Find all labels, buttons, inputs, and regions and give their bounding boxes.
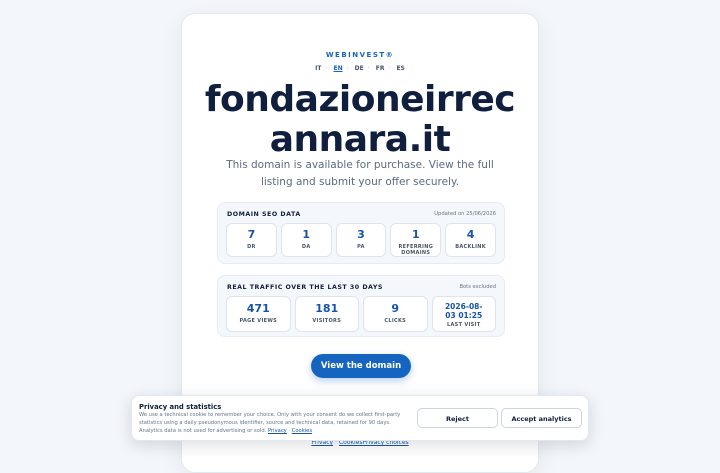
stat-da: 1 DA [280,223,332,257]
stat-label: REFERRING DOMAINS [398,244,434,256]
stat-label: VISITORS [312,318,342,324]
stat-value: 471 [246,302,270,315]
stat-label: BACKLINK [455,244,486,250]
domain-description: This domain is available for purchase. V… [226,159,494,188]
stat-label: CLICKS [384,318,407,324]
lang-de[interactable]: DE [355,65,364,72]
stat-referring-domains: 1 REFERRING DOMAINS [390,223,442,257]
stat-pa: 3 PA [335,223,387,257]
stat-value: 3 [357,228,365,241]
stat-value: 4 [466,228,475,241]
domain-title-line1: fondazioneirrec [204,79,516,120]
seo-stats: 7 DR 1 DA 3 PA 1 REFERRING DOMAINS 4 BACKLINK [226,223,496,257]
stat-value: 1 [411,228,420,241]
traffic-panel: REAL TRAFFIC OVER THE LAST 30 DAYS Bots … [217,275,505,337]
stat-value: 2026-08-03 01:25 [444,302,483,320]
domain-title-line2: annara.it [269,119,451,160]
lang-separator: · [388,65,391,72]
lang-es[interactable]: ES [396,65,404,72]
seo-panel: DOMAIN SEO DATA Updated on 25/06/2026 7 D… [217,202,505,264]
stat-last-visit: 2026-08-03 01:25 LAST VISIT [431,296,496,332]
lang-separator: · [325,65,328,72]
cookie-text: We use a technical cookie to remember yo… [139,412,401,434]
domain-title: fondazioneirrec annara.it [192,80,528,160]
lang-it[interactable]: IT [315,65,321,72]
stat-value: 9 [391,302,400,315]
stat-page-views: 471 PAGE VIEWS [226,296,291,332]
lang-separator: · [367,65,370,72]
traffic-stats: 471 PAGE VIEWS 181 VISITORS 9 CLICKS 2026-0… [226,296,496,332]
view-domain-button[interactable]: View the domain [311,354,411,378]
stat-backlink: 4 BACKLINK [445,223,496,257]
stat-label: PA [357,244,365,250]
seo-updated-date: Updated on 25/06/2026 [434,211,496,217]
stat-value: 7 [247,228,256,241]
stat-clicks: 9 CLICKS [363,296,428,332]
stat-dr: 7 DR [226,223,277,257]
lang-en[interactable]: EN [333,65,342,72]
cookie-banner: Privacy and statistics We use a technica… [131,395,589,441]
cookie-cookies-link[interactable]: Cookies [292,428,312,434]
stat-visitors: 181 VISITORS [294,296,359,332]
reject-button[interactable]: Reject [417,408,498,428]
seo-panel-title: DOMAIN SEO DATA [227,211,301,218]
language-switcher: IT · EN · DE · FR · ES [182,65,538,72]
stat-label: LAST VISIT [447,322,481,328]
stat-value: 1 [302,228,311,241]
stat-label: DA [301,244,311,250]
traffic-panel-title: REAL TRAFFIC OVER THE LAST 30 DAYS [227,284,383,291]
stat-label: DR [247,244,256,250]
cookie-title: Privacy and statistics [139,403,222,411]
lang-fr[interactable]: FR [376,65,385,72]
lang-separator: · [346,65,349,72]
accept-analytics-button[interactable]: Accept analytics [501,408,582,428]
cookie-privacy-link[interactable]: Privacy [268,428,287,434]
traffic-bots-note: Bots excluded [459,284,496,290]
stat-value: 181 [315,302,339,315]
brand-name: WEBINVEST® [325,51,395,59]
stat-label: PAGE VIEWS [239,318,278,324]
